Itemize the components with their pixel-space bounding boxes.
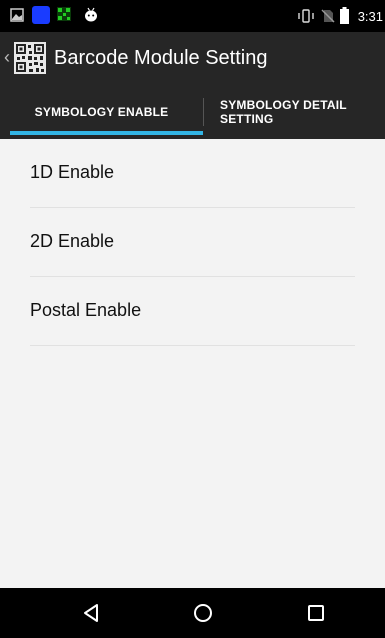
qr-app-icon [57, 7, 71, 21]
settings-list: 1D Enable 2D Enable Postal Enable [0, 139, 385, 346]
battery-icon [340, 7, 349, 24]
back-triangle-icon[interactable] [79, 600, 105, 626]
gallery-icon [10, 8, 24, 22]
home-circle-icon[interactable] [190, 600, 216, 626]
page-title: Barcode Module Setting [54, 47, 268, 69]
vibrate-icon [298, 9, 314, 23]
navigation-bar [0, 588, 385, 638]
selected-tab-indicator [10, 131, 203, 135]
tab-label: SYMBOLOGY ENABLE [34, 104, 169, 119]
no-sim-icon [321, 9, 335, 23]
list-item-2d-enable[interactable]: 2D Enable [30, 208, 355, 277]
app-bar: ‹ Barcode Module Setting [0, 32, 385, 84]
list-item-label: 1D Enable [30, 161, 115, 182]
blue-app-icon [32, 6, 50, 24]
status-bar: 3:31 [0, 0, 385, 32]
tab-symbology-detail-setting[interactable]: SYMBOLOGY DETAIL SETTING [204, 84, 385, 139]
list-item-1d-enable[interactable]: 1D Enable [30, 139, 355, 208]
tab-label: SYMBOLOGY DETAIL SETTING [220, 97, 347, 126]
list-item-label: Postal Enable [30, 299, 142, 320]
list-item-label: 2D Enable [30, 230, 115, 251]
qr-code-icon[interactable] [14, 42, 46, 74]
clock: 3:31 [357, 9, 383, 24]
recents-square-icon[interactable] [303, 600, 329, 626]
chevron-left-icon[interactable]: ‹ [4, 48, 10, 66]
android-icon [85, 7, 97, 22]
list-item-postal-enable[interactable]: Postal Enable [30, 277, 355, 346]
